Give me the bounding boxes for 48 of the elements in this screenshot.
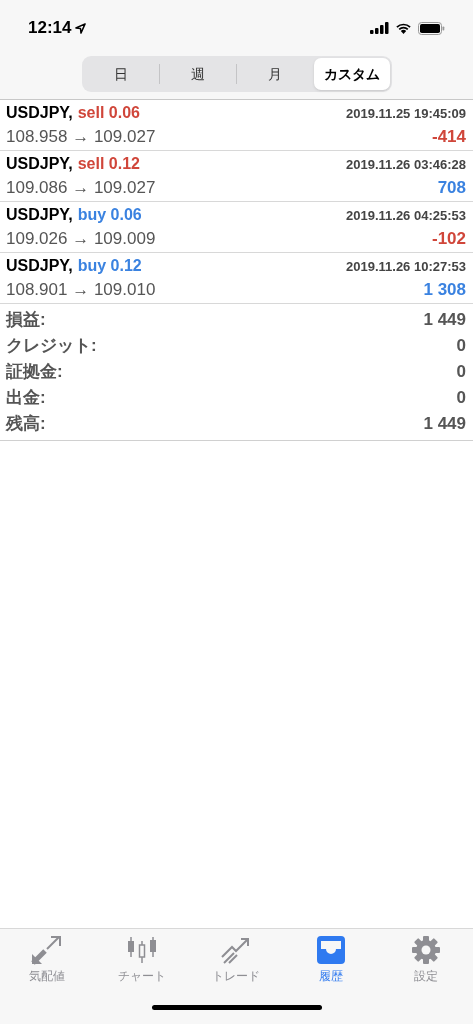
double-arrow-icon	[31, 935, 64, 965]
order-label: buy 0.06	[77, 204, 142, 225]
summary-value: 0	[456, 335, 466, 358]
summary-label: 証拠金:	[6, 361, 63, 384]
trade-time: 2019.11.26 03:46:28	[346, 155, 466, 174]
profit-value: -102	[431, 227, 466, 250]
summary-label: 残高:	[6, 413, 46, 436]
summary-value: 0	[456, 387, 466, 410]
inbox-tray-icon	[315, 935, 348, 965]
symbol-label: USDJPY,	[6, 204, 73, 225]
segment-tab[interactable]: 日	[83, 58, 160, 90]
profit-value: 1 308	[423, 278, 466, 301]
order-label: buy 0.12	[77, 255, 142, 276]
tab-bar-item[interactable]: 履歴	[283, 929, 379, 991]
price-range: 109.086 → 109.027	[6, 176, 156, 199]
summary-label: 損益:	[6, 309, 46, 332]
price-range: 109.026 → 109.009	[6, 227, 156, 250]
segment-tab[interactable]: カスタム	[313, 58, 390, 90]
price-range: 108.901 → 109.010	[6, 278, 156, 301]
trade-row[interactable]: USDJPY, buy 0.06 2019.11.26 04:25:53 109.026 → 109.009 -102	[0, 202, 473, 253]
summary-label: クレジット:	[6, 335, 97, 358]
segment-tab[interactable]: 週	[160, 58, 236, 90]
trade-time: 2019.11.26 10:27:53	[346, 257, 466, 276]
wifi-icon	[395, 22, 412, 34]
summary-value: 0	[456, 361, 466, 384]
location-arrow-icon	[75, 22, 87, 34]
profit-value: -414	[431, 125, 466, 148]
trade-row[interactable]: USDJPY, buy 0.12 2019.11.26 10:27:53 108.901 → 109.010 1 308	[0, 253, 473, 304]
trade-time: 2019.11.26 04:25:53	[346, 206, 466, 225]
summary-value: 1 449	[423, 309, 466, 332]
symbol-label: USDJPY,	[6, 255, 73, 276]
symbol-label: USDJPY,	[6, 102, 73, 123]
trade-row[interactable]: USDJPY, sell 0.12 2019.11.26 03:46:28 109.086 → 109.027 708	[0, 151, 473, 202]
summary-value: 1 449	[423, 413, 466, 436]
profit-value: 708	[437, 176, 466, 199]
settings-icon	[410, 935, 441, 965]
trade-time: 2019.11.25 19:45:09	[346, 104, 466, 123]
segment-tab[interactable]: 月	[237, 58, 313, 90]
trade-row[interactable]: USDJPY, sell 0.06 2019.11.25 19:45:09 108.958 → 109.027 -414	[0, 100, 473, 151]
candlestick-icon	[125, 935, 158, 965]
signal-icon	[370, 22, 389, 34]
price-range: 108.958 → 109.027	[6, 125, 156, 148]
summary-label: 出金:	[6, 387, 46, 410]
battery-icon	[418, 21, 445, 35]
order-label: sell 0.06	[77, 102, 140, 123]
clock-time: 12:14	[28, 17, 72, 40]
order-label: sell 0.12	[77, 153, 140, 174]
symbol-label: USDJPY,	[6, 153, 73, 174]
